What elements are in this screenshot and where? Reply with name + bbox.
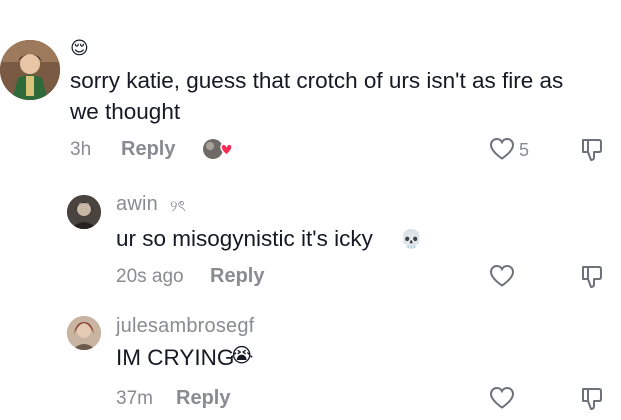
comment-1-reply-button[interactable]: Reply [121,138,175,161]
comment-2-dislike-icon[interactable] [579,264,605,290]
comment-3-avatar[interactable] [67,316,101,350]
comment-1-dislike-icon[interactable] [579,137,605,163]
avatar-photo-icon [67,195,101,229]
comment-2-username-decoration: ୨ৎ [170,197,186,215]
comment-2-avatar[interactable] [67,195,101,229]
comment-1-text-line-1: sorry katie, guess that crotch of urs is… [70,68,564,93]
comment-2-username[interactable]: awin [116,193,158,216]
comment-1-like-count: 5 [519,140,530,160]
comment-3-text: IM CRYING [116,345,235,370]
comment-3-dislike-icon[interactable] [579,386,605,412]
comment-2-reply-button[interactable]: Reply [210,265,264,288]
skull-emoji-icon: 💀 [400,229,423,249]
comment-1-text-line-2: we thought [70,99,181,124]
comment-3-like-icon[interactable] [489,386,515,410]
comment-1-text: sorry katie, guess that crotch of urs is… [70,65,563,127]
loudly-crying-emoji-icon: 😭 [230,345,254,367]
comment-1-like-icon[interactable] [489,137,515,161]
comment-2-timestamp: 20s ago [116,266,184,287]
comment-2-like-icon[interactable] [489,264,515,288]
creator-liked-heart-icon [201,137,233,163]
avatar-photo-icon [67,316,101,350]
comment-3-username[interactable]: julesambrosegf [116,315,254,338]
comment-3-timestamp: 37m [116,388,153,409]
comment-3-reply-button[interactable]: Reply [176,387,230,410]
comment-2-text: ur so misogynistic it's icky [116,226,373,251]
comment-1-username-emoji: 😌 [70,38,89,58]
comment-1-timestamp: 3h [70,139,92,160]
avatar-figure-icon [0,40,60,100]
comment-1-avatar[interactable] [0,40,60,100]
